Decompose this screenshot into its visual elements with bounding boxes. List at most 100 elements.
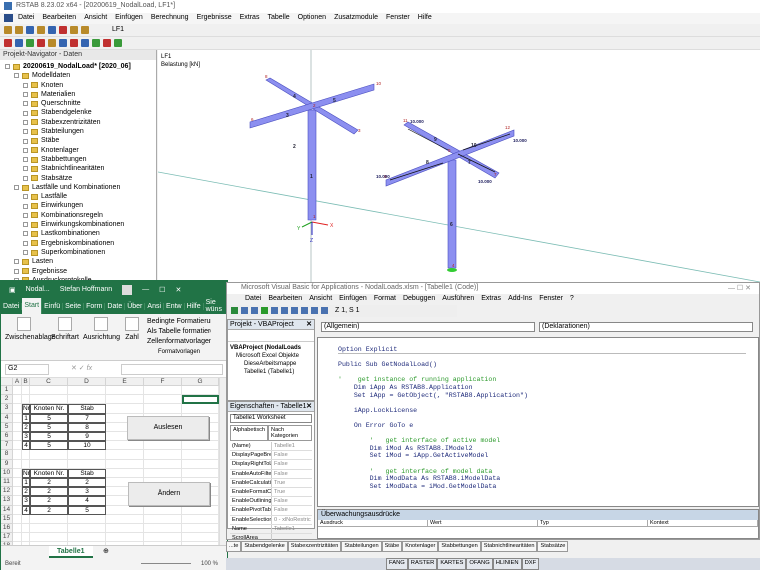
table-cell[interactable]: 5 xyxy=(30,414,68,423)
ribbon-tab[interactable]: Date xyxy=(105,303,125,310)
cell[interactable] xyxy=(106,469,144,478)
table-header-cell[interactable]: Knoten Nr. xyxy=(30,404,68,413)
expand-icon[interactable] xyxy=(14,259,19,264)
number-group[interactable]: Zahl xyxy=(122,317,142,341)
spreadsheet-grid[interactable]: ABCDEFG123456789101112131415161718NrKnot… xyxy=(1,378,219,545)
expand-icon[interactable] xyxy=(23,213,28,218)
tree-item[interactable]: Querschnitte xyxy=(5,99,156,108)
cell[interactable] xyxy=(144,386,182,395)
window-controls[interactable]: — ☐ ✕ xyxy=(728,284,751,292)
cell[interactable] xyxy=(13,496,22,505)
reset-icon[interactable] xyxy=(281,307,288,314)
expand-icon[interactable] xyxy=(23,129,28,134)
column-header[interactable]: G xyxy=(182,378,219,386)
project-tree-item[interactable]: Tabelle1 (Tabelle1) xyxy=(230,368,312,376)
tree-item[interactable]: Stabendgelenke xyxy=(5,108,156,117)
object-select[interactable]: Tabelle1 Worksheet xyxy=(230,414,312,423)
font-group[interactable]: Schriftart xyxy=(51,317,79,341)
property-value[interactable]: True xyxy=(272,488,285,496)
table-cell[interactable]: 4 xyxy=(22,441,30,450)
name-box[interactable]: G2 xyxy=(5,364,49,375)
tree-item[interactable]: Knotenlager xyxy=(5,146,156,155)
cell[interactable] xyxy=(144,506,182,515)
cell[interactable] xyxy=(182,450,219,459)
cell[interactable] xyxy=(144,460,182,469)
menu-bearbeiten[interactable]: Bearbeiten xyxy=(42,14,76,24)
view-icon[interactable] xyxy=(48,39,56,47)
column-header[interactable]: F xyxy=(144,378,182,386)
ribbon-tab[interactable]: Sie wüns xyxy=(204,299,227,313)
row-header[interactable]: 3 xyxy=(1,404,13,413)
property-row[interactable]: EnablePivotTablFalse xyxy=(230,506,312,515)
table-tab[interactable]: Knotenlager xyxy=(402,541,438,552)
vba-menu-item[interactable]: Datei xyxy=(245,295,261,305)
cell[interactable] xyxy=(13,478,22,487)
row-header[interactable]: 7 xyxy=(1,441,13,450)
ribbon-tab[interactable]: Datei xyxy=(1,303,22,310)
cell[interactable] xyxy=(106,460,144,469)
print-icon[interactable] xyxy=(37,26,45,34)
menu-ansicht[interactable]: Ansicht xyxy=(84,14,107,24)
property-value[interactable]: False xyxy=(272,460,288,468)
tree-item[interactable]: Lasten xyxy=(5,257,156,266)
status-toggle-hlinien[interactable]: HLINIEN xyxy=(493,558,522,570)
clipboard-group[interactable]: Zwischenablage xyxy=(5,317,43,341)
column-header[interactable]: C xyxy=(30,378,68,386)
cell[interactable] xyxy=(144,450,182,459)
cell[interactable] xyxy=(106,515,144,524)
expand-icon[interactable] xyxy=(14,269,19,274)
cell[interactable] xyxy=(182,404,219,413)
row-header[interactable]: 15 xyxy=(1,515,13,524)
format-as-table-button[interactable]: Als Tabelle formatieren xyxy=(147,327,211,337)
expand-icon[interactable] xyxy=(23,176,28,181)
tree-item[interactable]: Ergebniskombinationen xyxy=(5,239,156,248)
window-icon[interactable] xyxy=(81,26,89,34)
results-icon[interactable] xyxy=(70,26,78,34)
table-header-cell[interactable]: Stab xyxy=(68,469,106,478)
table-cell[interactable]: 5 xyxy=(68,506,106,515)
tree-item[interactable]: Materialien xyxy=(5,90,156,99)
cell[interactable] xyxy=(182,533,219,542)
tab-alphabetic[interactable]: Alphabetisch xyxy=(230,425,268,441)
vba-menu-item[interactable]: Bearbeiten xyxy=(268,295,302,305)
row-header[interactable]: 6 xyxy=(1,432,13,441)
watch-column-header[interactable]: Kontext xyxy=(648,520,758,526)
tree-item[interactable]: 20200619_NodalLoad* [2020_06] xyxy=(5,62,156,71)
table-header-cell[interactable]: Stab xyxy=(68,404,106,413)
ribbon-tab[interactable]: Über xyxy=(125,303,145,310)
row-header[interactable]: 1 xyxy=(1,386,13,395)
ribbon-tab[interactable]: Einfü xyxy=(42,303,63,310)
selected-cell-g2[interactable] xyxy=(182,395,219,404)
cell[interactable] xyxy=(144,515,182,524)
zoom-icon[interactable] xyxy=(59,39,67,47)
select-all[interactable] xyxy=(1,378,13,386)
cell[interactable] xyxy=(13,450,22,459)
cell[interactable] xyxy=(13,423,22,432)
code-editor[interactable]: Option ExplicitPublic Sub GetNodalLoad()… xyxy=(317,337,759,507)
object-combo[interactable]: (Allgemein) xyxy=(321,322,535,332)
watch-column-header[interactable]: Wert xyxy=(428,520,538,526)
tree-item[interactable]: Stabteilungen xyxy=(5,127,156,136)
status-toggle-ofang[interactable]: OFANG xyxy=(466,558,492,570)
cell[interactable] xyxy=(144,533,182,542)
watch-column-header[interactable]: Typ xyxy=(538,520,648,526)
cell[interactable] xyxy=(22,386,30,395)
table-cell[interactable]: 2 xyxy=(30,496,68,505)
cell[interactable] xyxy=(106,533,144,542)
cell[interactable] xyxy=(68,515,106,524)
cell[interactable] xyxy=(30,515,68,524)
tree-item[interactable]: Stabbettungen xyxy=(5,155,156,164)
member-icon[interactable] xyxy=(15,39,23,47)
property-row[interactable]: DisplayRightToLFalse xyxy=(230,460,312,469)
maximize-icon[interactable]: ☐ xyxy=(159,286,165,294)
tree-item[interactable]: Knoten xyxy=(5,81,156,90)
row-header[interactable]: 14 xyxy=(1,506,13,515)
ribbon-tab[interactable]: Ansi xyxy=(145,303,164,310)
table-cell[interactable]: 5 xyxy=(30,432,68,441)
property-row[interactable]: NameTabelle1 xyxy=(230,525,312,534)
tree-item[interactable]: Einwirkungskombinationen xyxy=(5,220,156,229)
zoom-window-icon[interactable] xyxy=(70,39,78,47)
vba-menu-item[interactable]: Debuggen xyxy=(403,295,435,305)
watch-column-header[interactable]: Ausdruck xyxy=(318,520,428,526)
add-sheet-icon[interactable]: ⊕ xyxy=(103,547,109,555)
